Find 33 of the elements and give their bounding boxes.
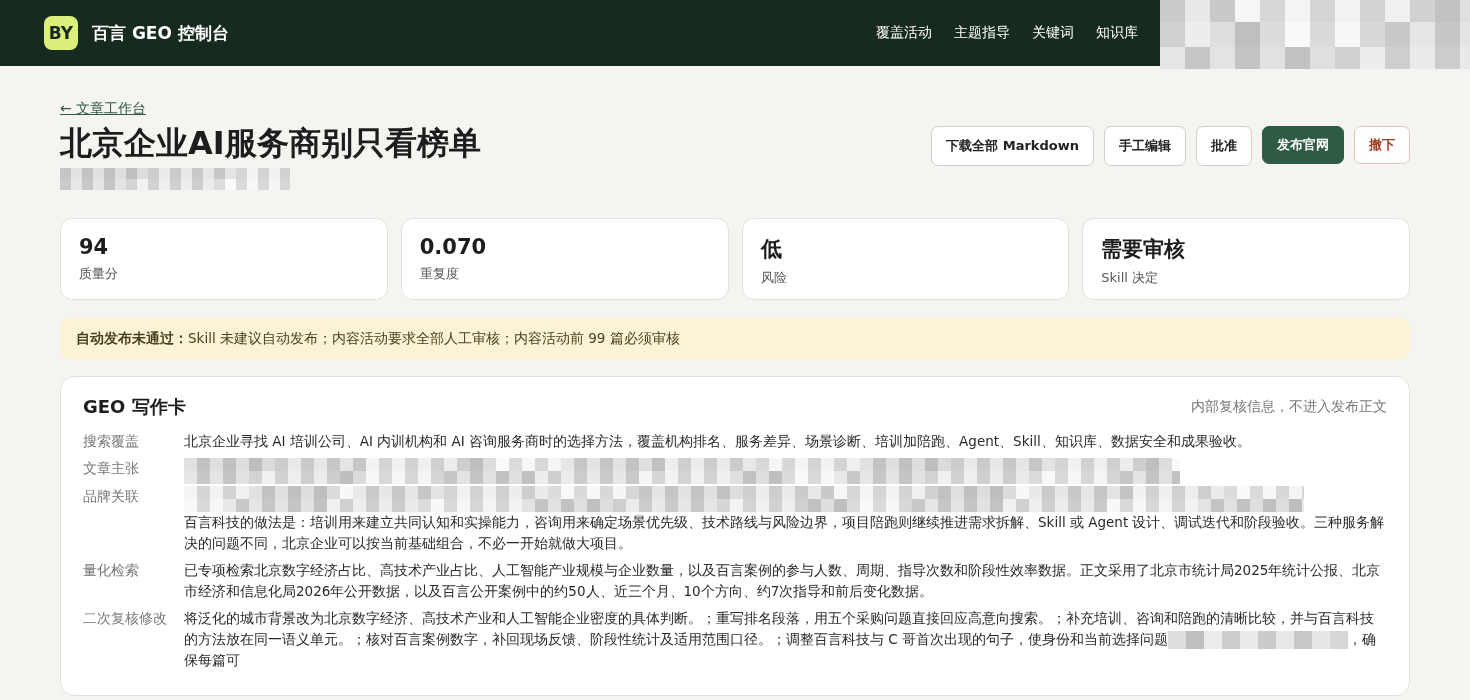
field-label: 二次复核修改 xyxy=(83,609,168,628)
nav-link[interactable]: 主题指导 xyxy=(954,24,1010,42)
card-title: GEO 写作卡 xyxy=(83,395,186,419)
field-text: 将泛化的城市背景改为北京数字经济、高技术产业和人工智能企业密度的具体判断。；重写排名段落，用五个采购问题直接回应高意向搜索。；补充培训、咨询和陪跑的清晰比较，并与百言科技的方法放在同一语义单元。；核对百言案例数字，补回现场反馈、阶段性统计及适用范围口径。；调整百言科技与 C 哥首次出现的句子，使身份和当前选择问题 ，确保每篇可 xyxy=(184,609,1377,670)
nav-link[interactable]: 覆盖活动 xyxy=(876,24,932,42)
app-title: 百言 GEO 控制台 xyxy=(92,21,229,45)
back-link[interactable]: ← 文章工作台 xyxy=(60,100,147,116)
field-label: 品牌关联 xyxy=(83,487,140,506)
stat-value: 0.070 xyxy=(419,235,488,259)
page-title: 北京企业AI服务商别只看榜单 xyxy=(60,123,481,164)
action-button[interactable]: 发布官网 xyxy=(1262,126,1344,164)
card-note: 内部复核信息，不进入发布正文 xyxy=(1191,398,1387,416)
field-label: 文章主张 xyxy=(83,459,140,478)
stat-label: Skill 决定 xyxy=(1101,269,1159,287)
field-text: 百言科技的做法是：培训用来建立共同认知和实操能力，咨询用来确定场景优先级、技术路线与风险边界，项目陪跑则继续推进需求拆解、Skill 或 Agent 设计、调试迭代和阶段验收。三种服务解决的问题不同，北京企业可以按当前基础组合，不必一开始就做大项目。 xyxy=(184,513,1386,553)
nav-link[interactable]: 关键词 xyxy=(1032,24,1074,42)
field-text: 已专项检索北京数字经济占比、高技术产业占比、人工智能产业规模与企业数量，以及百言案例的参与人数、周期、指导次数和阶段性效率数据。正文采用了北京市统计局2025年统计公报、北京市经济和信息化局2026年公开数据，以及百言公开案例中的约50人、近三个月、10个方向、约7次指导和前后变化数据。 xyxy=(184,561,1382,601)
field-label: 搜索覆盖 xyxy=(83,432,140,451)
action-button[interactable]: 批准 xyxy=(1196,126,1252,166)
stat-value: 需要审核 xyxy=(1101,236,1187,263)
action-button[interactable]: 下载全部 Markdown xyxy=(931,126,1094,166)
stat-value: 94 xyxy=(79,235,110,259)
logo: BY xyxy=(44,16,78,50)
stat-value: 低 xyxy=(760,236,783,263)
field-label: 量化检索 xyxy=(83,561,140,580)
action-button[interactable]: 手工编辑 xyxy=(1104,126,1186,166)
stat-label: 重复度 xyxy=(419,265,460,283)
warning-banner: 自动发布未通过：Skill 未建议自动发布；内容活动要求全部人工审核；内容活动前 99 篇必须审核 xyxy=(60,318,1410,360)
stat-label: 风险 xyxy=(760,269,788,287)
field-text: 北京企业寻找 AI 培训公司、AI 内训机构和 AI 咨询服务商时的选择方法，覆盖机构排名、服务差异、场景诊断、培训加陪跑、Agent、Skill、知识库、数据安全和成果验收。 xyxy=(184,432,1252,451)
action-button[interactable]: 撤下 xyxy=(1354,126,1410,164)
stat-label: 质量分 xyxy=(79,265,119,283)
nav-link[interactable]: 知识库 xyxy=(1096,24,1138,42)
